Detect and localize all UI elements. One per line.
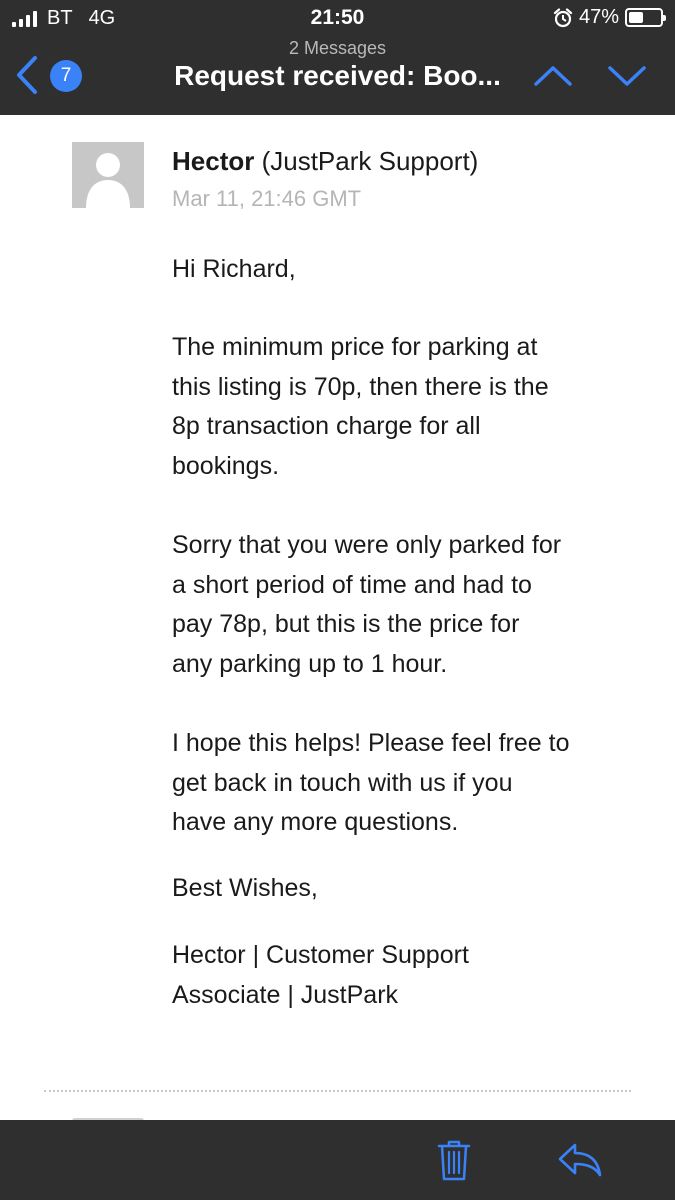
signature-line: Hector | Customer Support bbox=[172, 941, 469, 969]
message-count: 2 Messages bbox=[288, 38, 387, 58]
battery-percent: 47% bbox=[578, 6, 619, 28]
body-line: I hope this helps! Please feel free to bbox=[172, 729, 570, 757]
body-line: a short period of time and had to bbox=[172, 570, 532, 599]
chevron-up-icon bbox=[534, 66, 572, 86]
previous-message-button[interactable] bbox=[530, 58, 576, 94]
status-bar: BT 4G 21:50 47% bbox=[0, 0, 675, 36]
message-separator bbox=[44, 1090, 631, 1092]
top-bar: BT 4G 21:50 47% 7 2 Messages Request rec… bbox=[0, 0, 675, 115]
bottom-toolbar bbox=[0, 1120, 675, 1200]
sender-name: Hector bbox=[172, 146, 255, 176]
body-line: have any more questions. bbox=[172, 808, 459, 836]
email-paragraph-3: I hope this helps! Please feel free to g… bbox=[172, 724, 642, 843]
body-line: any parking up to 1 hour. bbox=[172, 649, 448, 678]
body-line: The minimum price for parking at bbox=[172, 333, 538, 361]
email-sign-off: Best Wishes, bbox=[172, 874, 318, 902]
alarm-clock-icon bbox=[553, 7, 573, 27]
chevron-left-icon bbox=[17, 56, 37, 94]
email-greeting: Hi Richard, bbox=[172, 255, 296, 283]
body-line: Sorry that you were only parked for bbox=[172, 531, 562, 559]
battery-fill bbox=[629, 12, 644, 23]
back-button[interactable] bbox=[10, 54, 44, 96]
email-date: Mar 11, 21:46 GMT bbox=[172, 186, 362, 211]
signature-line: Associate | JustPark bbox=[172, 980, 399, 1009]
email-paragraph-1: The minimum price for parking at this li… bbox=[172, 328, 642, 486]
body-line: bookings. bbox=[172, 451, 280, 480]
body-line: get back in touch with us if you bbox=[172, 768, 513, 797]
sender-organization: (JustPark Support) bbox=[261, 146, 479, 176]
email-subject: Request received: Boo... bbox=[174, 60, 501, 91]
trash-icon bbox=[437, 1140, 471, 1181]
reply-button[interactable] bbox=[552, 1132, 608, 1188]
unread-count-badge[interactable]: 7 bbox=[50, 60, 82, 92]
sender[interactable]: Hector (JustPark Support) bbox=[172, 146, 478, 177]
status-right: 47% bbox=[553, 6, 666, 29]
navigation-bar: 7 2 Messages Request received: Boo... bbox=[0, 36, 675, 115]
sender-avatar bbox=[72, 142, 144, 208]
person-silhouette-icon bbox=[86, 153, 130, 208]
body-line: pay 78p, but this is the price for bbox=[172, 610, 520, 638]
reply-icon bbox=[558, 1143, 602, 1177]
battery-icon bbox=[625, 8, 666, 27]
body-line: 8p transaction charge for all bbox=[172, 412, 481, 440]
chevron-down-icon bbox=[608, 66, 646, 86]
body-line: this listing is 70p, then there is the bbox=[172, 372, 549, 401]
email-paragraph-2: Sorry that you were only parked for a sh… bbox=[172, 526, 642, 684]
email-signature: Hector | Customer Support Associate | Ju… bbox=[172, 936, 642, 1015]
next-message-button[interactable] bbox=[604, 58, 650, 94]
delete-button[interactable] bbox=[426, 1132, 482, 1188]
